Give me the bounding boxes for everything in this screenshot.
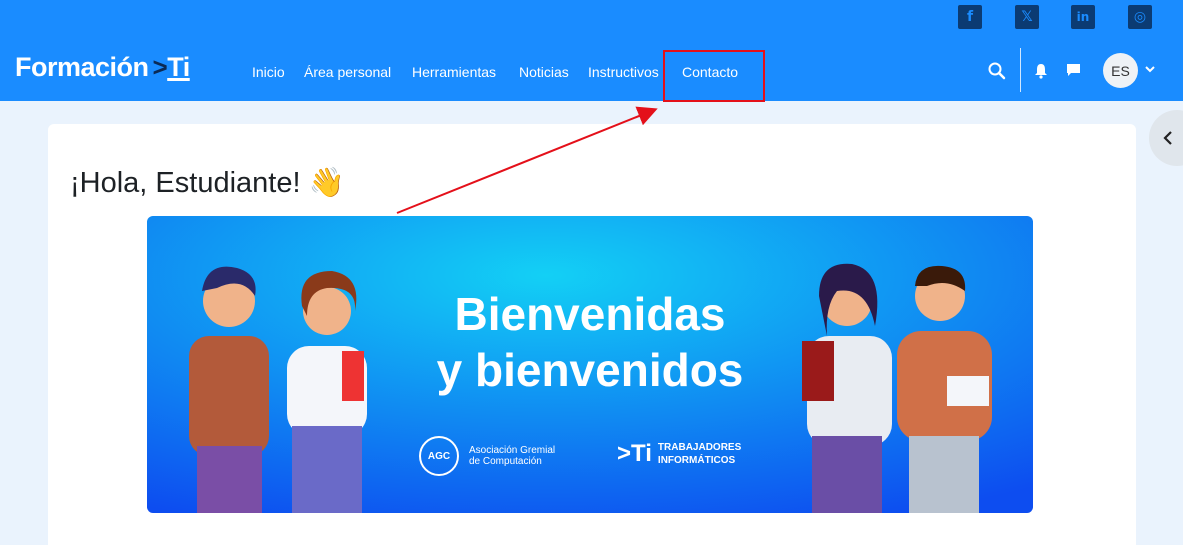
agc-name-line1: Asociación Gremial (469, 445, 556, 456)
agc-name-line2: de Computación (469, 456, 542, 467)
ti-name-line2: INFORMÁTICOS (657, 455, 736, 466)
chevron-left-icon (1163, 131, 1172, 145)
banner-title: Bienvenidas y bienvenidos (147, 286, 1033, 398)
agc-name: Asociación Gremial de Computación (469, 445, 555, 467)
ti-logo: >Ti (617, 440, 652, 467)
ti-name: TRABAJADORES INFORMÁTICOS (658, 441, 741, 467)
agc-org: AGC Asociación Gremial de Computación (419, 436, 555, 476)
agc-logo: AGC (419, 436, 459, 476)
ti-name-line1: TRABAJADORES (657, 442, 742, 453)
banner-title-line1: Bienvenidas (454, 288, 726, 340)
banner-title-line2: y bienvenidos (436, 344, 744, 396)
ti-org: >Ti TRABAJADORES INFORMÁTICOS (617, 440, 741, 468)
welcome-banner: Bienvenidas y bienvenidos AGC Asociación… (147, 216, 1033, 513)
